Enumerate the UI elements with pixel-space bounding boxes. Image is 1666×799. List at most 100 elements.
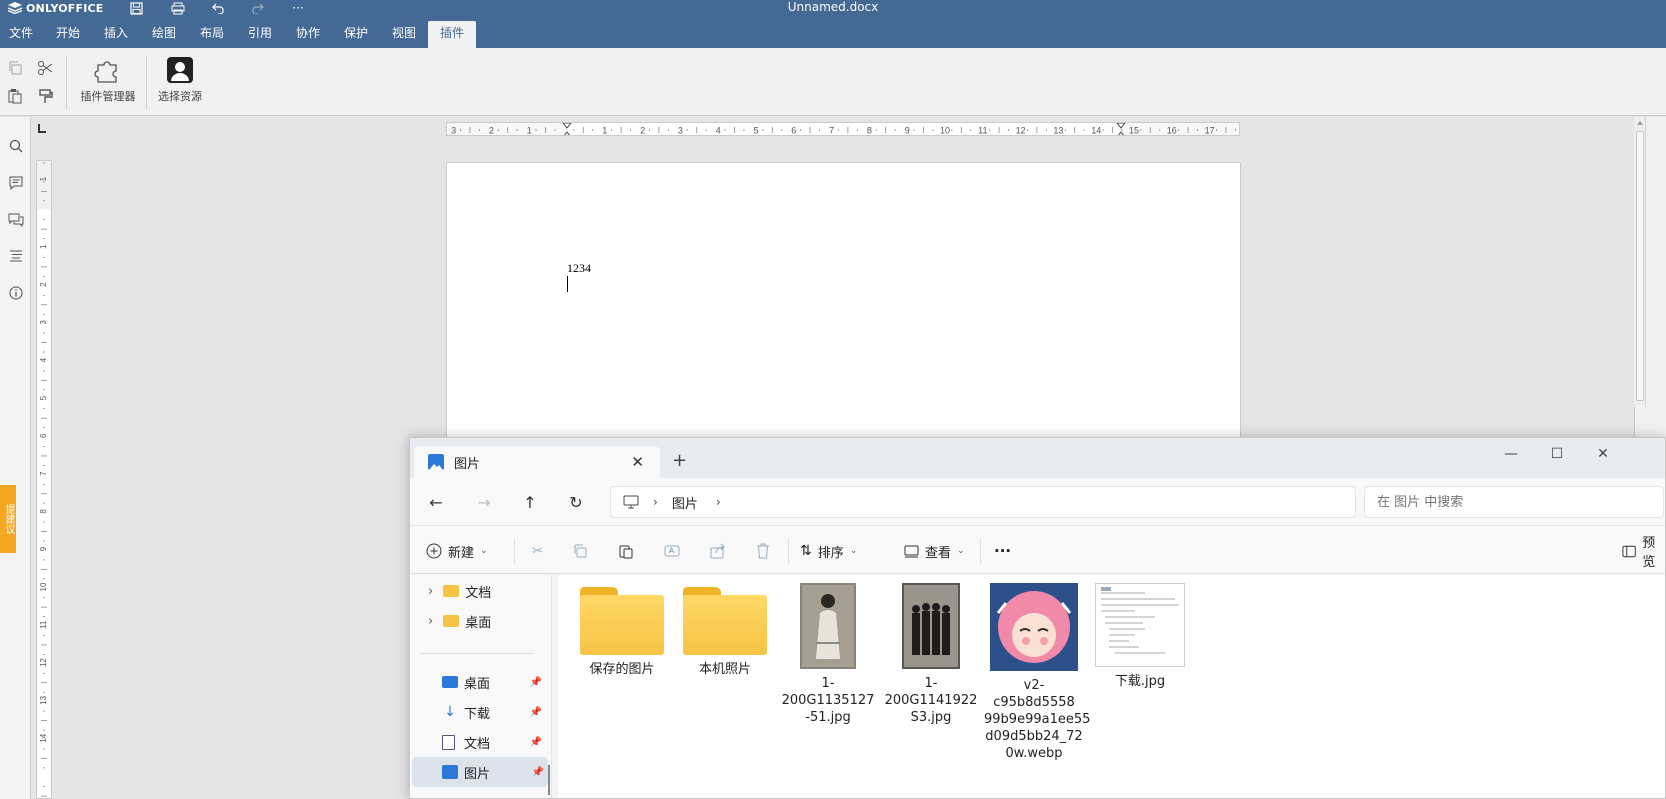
toolbar-separator [146,56,147,110]
desktop-icon [442,676,458,688]
view-icon [904,545,919,557]
file-item-photo-2[interactable]: 1-200G1141922 S3.jpg [881,575,981,726]
cmd-separator [514,538,515,564]
explorer-tab[interactable]: 图片 ✕ [414,446,660,478]
cut-icon[interactable] [37,60,53,76]
close-window-icon[interactable]: ✕ [1580,438,1626,470]
feedback-button[interactable]: 提建议 [0,485,16,553]
pin-icon[interactable]: 📌 [532,767,544,778]
address-bar[interactable]: › 图片 › [610,486,1356,518]
format-painter-icon[interactable] [37,88,53,104]
file-item-camera-roll[interactable]: 本机照片 [675,575,775,678]
tab-references[interactable]: 引用 [240,21,280,48]
back-arrow-icon[interactable]: ← [422,488,450,516]
paste-icon[interactable] [618,539,634,563]
breadcrumb-pictures[interactable]: 图片 [672,493,698,512]
share-icon[interactable] [710,539,726,563]
new-tab-button[interactable]: + [672,450,687,471]
vertical-scrollbar[interactable] [1634,117,1646,407]
pictures-icon [428,454,444,470]
cut-icon[interactable]: ✂ [532,539,543,563]
tab-insert[interactable]: 插入 [96,21,136,48]
maximize-icon[interactable]: ☐ [1534,438,1580,470]
sidebar-item-downloads[interactable]: ↓ 下载 📌 [410,697,546,727]
scrollbar-thumb[interactable] [1636,131,1644,401]
chevron-right-icon: › [653,495,658,509]
chevron-right-icon[interactable]: › [428,614,433,629]
file-item-saved-pictures[interactable]: 保存的图片 [572,575,672,678]
chevron-right-icon[interactable]: › [428,584,433,599]
tab-file[interactable]: 文件 [2,21,40,48]
ruler-number: 9 [39,546,48,551]
title-bar: ONLYOFFICE ··· Unnamed.docx [0,0,1666,16]
ruler-number: 3 [451,126,456,136]
tab-stop-selector[interactable] [38,124,46,133]
sidebar-item-desktop-tree[interactable]: › 桌面 [410,606,546,636]
info-icon[interactable] [6,283,26,303]
ruler-number: 7 [829,126,834,136]
plugin-manager-button[interactable]: 插件管理器 [76,56,140,104]
sidebar-item-label: 文档 [465,585,492,601]
explorer-command-bar: 新建 ⌄ ✂ ⇅ 排序 ⌄ 查看 ⌄ ··· 预览 [410,526,1665,574]
comment-icon[interactable] [6,173,26,193]
pin-icon[interactable]: 📌 [530,677,542,688]
horizontal-ruler[interactable]: 3 2 1 1 2 3 4 5 6 7 8 9 10 11 12 13 14 15 16 17 [446,122,1240,136]
vertical-ruler[interactable]: 211234567891011121314 [36,160,52,799]
view-button-label: 查看 [925,545,952,561]
scroll-up-arrow-icon[interactable] [1637,121,1643,125]
sidebar-item-documents[interactable]: 文档 📌 [410,727,546,757]
sort-button[interactable]: ⇅ 排序 ⌄ [800,539,857,563]
tab-view[interactable]: 视图 [384,21,424,48]
close-tab-icon[interactable]: ✕ [631,453,644,471]
sidebar-item-documents-tree[interactable]: › 文档 [410,576,546,606]
more-options-icon[interactable]: ··· [994,539,1011,563]
ruler-number: 8 [39,509,48,514]
paste-icon[interactable] [7,88,23,104]
copy-icon[interactable] [572,539,588,563]
file-name: 下载.jpg [1114,674,1166,689]
pin-icon[interactable]: 📌 [530,737,542,748]
forward-arrow-icon[interactable]: → [470,488,498,516]
ruler-number: 9 [905,126,910,136]
computer-icon [623,495,639,509]
sidebar-item-pictures[interactable]: 图片 📌 [412,757,548,787]
search-input[interactable] [1377,494,1627,510]
new-button[interactable]: 新建 ⌄ [426,539,488,563]
tab-collaboration[interactable]: 协作 [288,21,328,48]
navigation-icon[interactable] [6,246,26,266]
ruler-number: 4 [716,126,721,136]
delete-icon[interactable] [756,539,770,563]
explorer-sidebar: › 文档 › 桌面 桌面 📌 ↓ 下载 📌 文档 📌 图片 📌 [410,575,552,798]
ruler-number: 10 [39,582,48,591]
view-button[interactable]: 查看 ⌄ [904,539,965,563]
document-text[interactable]: 1234 [567,261,591,276]
tab-plugins[interactable]: 插件 [428,21,476,48]
file-item-photo-1[interactable]: 1-200G1135127 -51.jpg [778,575,878,726]
ruler-number: 11 [978,126,987,136]
select-resource-button[interactable]: 选择资源 [152,56,208,104]
search-box[interactable] [1364,486,1664,518]
ruler-number: 13 [1053,126,1063,136]
copy-icon[interactable] [7,60,23,76]
file-item-anime-image[interactable]: v2-c95b8d5558 99b9e99a1ee55 d09d5bb24_72… [984,575,1090,762]
up-arrow-icon[interactable]: ↑ [516,488,544,516]
sidebar-item-label: 下载 [464,706,491,722]
sidebar-item-desktop[interactable]: 桌面 📌 [410,667,546,697]
chat-icon[interactable] [6,210,26,230]
pin-icon[interactable]: 📌 [530,707,542,718]
refresh-icon[interactable]: ↻ [562,488,590,516]
folder-icon [580,587,664,655]
rename-icon[interactable] [664,539,680,563]
minimize-icon[interactable]: — [1488,438,1534,470]
chevron-right-icon[interactable]: › [716,495,721,509]
tab-home[interactable]: 开始 [48,21,88,48]
tab-draw[interactable]: 绘图 [144,21,184,48]
file-item-download-jpg[interactable]: 下载.jpg [1090,575,1190,690]
file-explorer-window[interactable]: 图片 ✕ + — ☐ ✕ ← → ↑ ↻ › 图片 › 新建 ⌄ ✂ [409,437,1666,799]
tab-layout[interactable]: 布局 [192,21,232,48]
preview-button[interactable]: 预览 [1622,536,1665,570]
search-icon[interactable] [6,136,26,156]
sidebar-scrollbar[interactable] [548,765,550,795]
ruler-number: 5 [39,395,48,400]
tab-protection[interactable]: 保护 [336,21,376,48]
